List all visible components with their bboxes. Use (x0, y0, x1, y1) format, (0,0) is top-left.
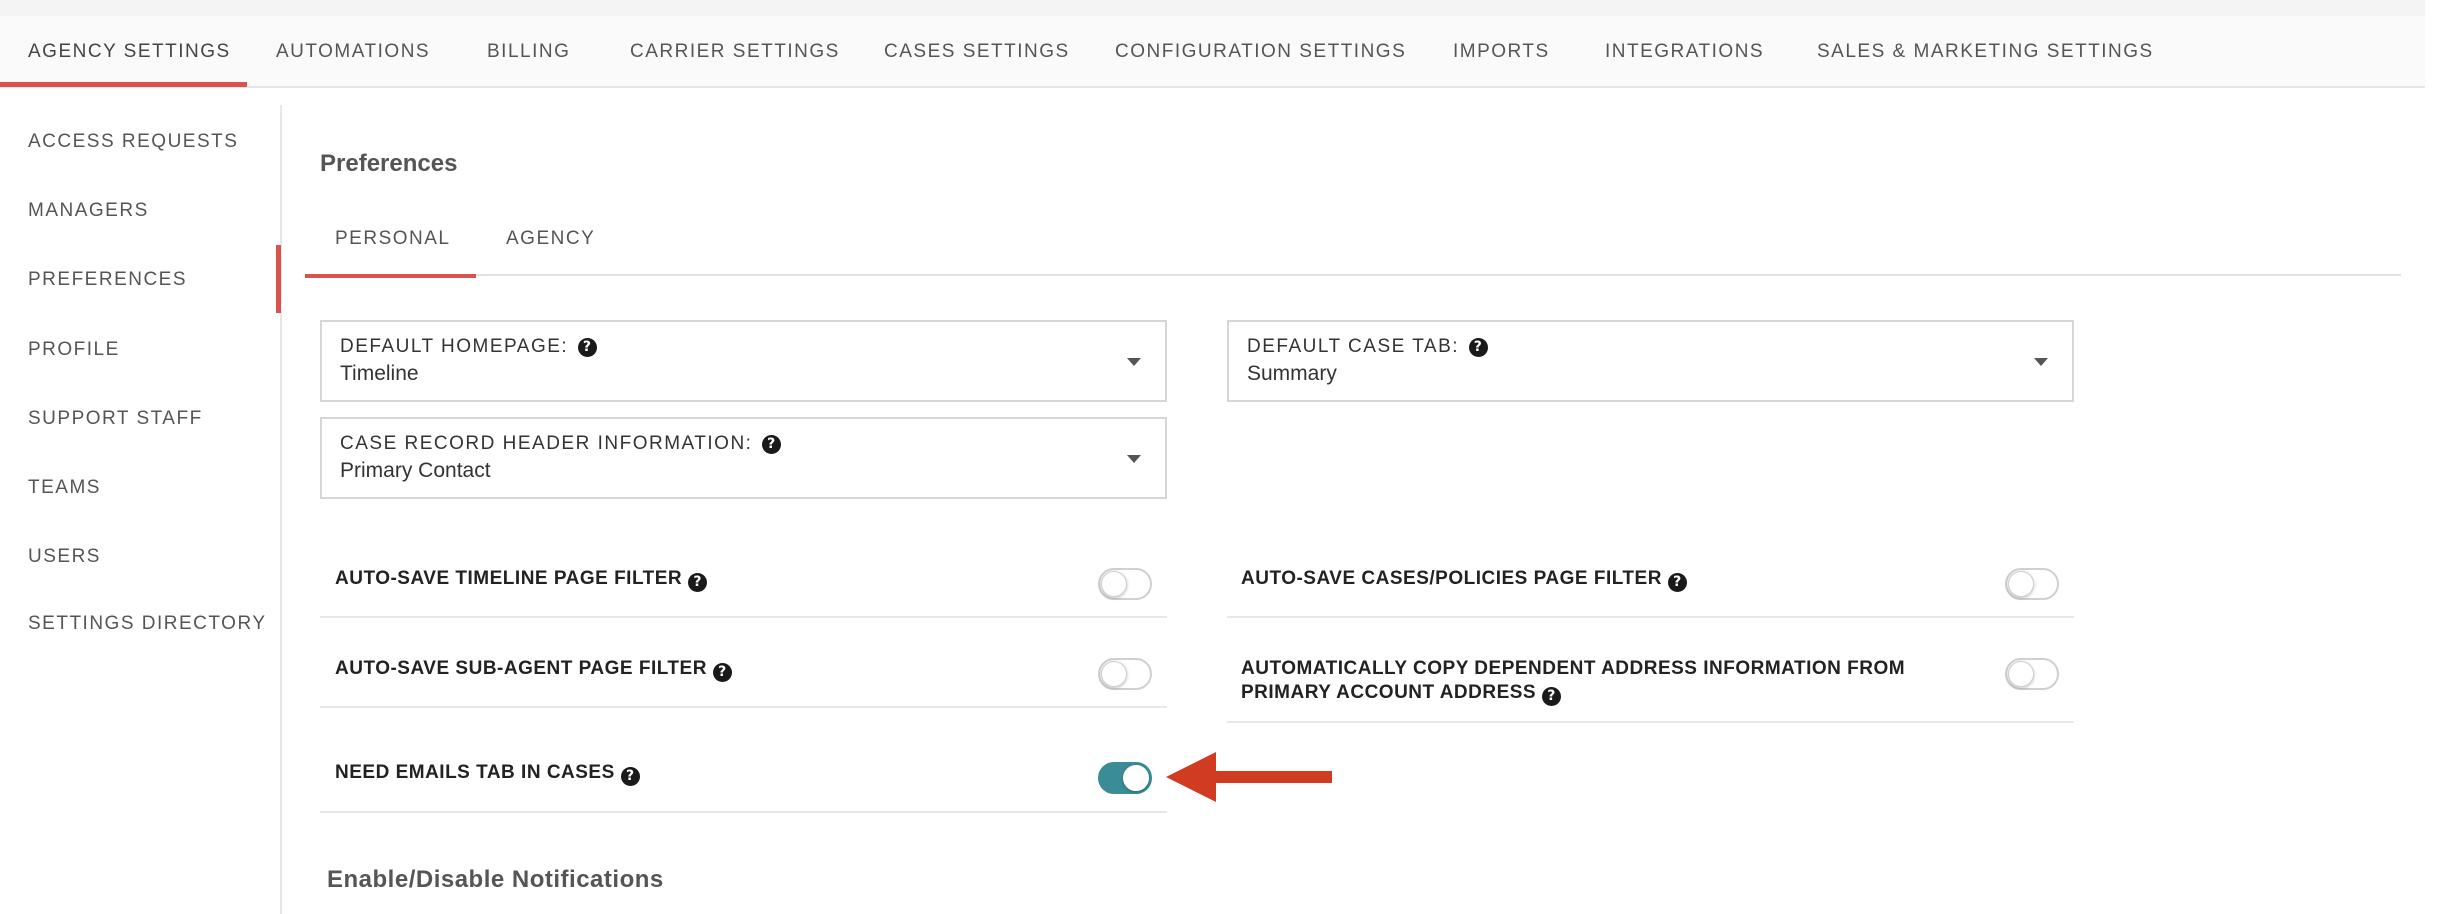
tab-agency-settings[interactable]: AGENCY SETTINGS (28, 16, 231, 88)
need-emails-tab-label: NEED EMAILS TAB IN CASES (335, 762, 615, 783)
tab-cases-settings[interactable]: CASES SETTINGS (884, 16, 1070, 88)
tab-automations[interactable]: AUTOMATIONS (276, 16, 430, 88)
sidebar-item-access-requests[interactable]: ACCESS REQUESTS (28, 131, 238, 153)
top-strip (0, 0, 2425, 16)
question-circle-icon[interactable]: ? (762, 434, 782, 454)
question-circle-icon[interactable]: ? (1469, 337, 1489, 357)
question-circle-icon[interactable]: ? (620, 767, 640, 786)
auto-copy-address-label-line1: AUTOMATICALLY COPY DEPENDENT ADDRESS INF… (1241, 658, 1906, 679)
sidebar: ACCESS REQUESTS MANAGERS PREFERENCES PRO… (0, 105, 282, 914)
toggle-knob (2008, 661, 2034, 687)
tab-agency[interactable]: AGENCY (506, 228, 595, 250)
toggle-knob (1101, 571, 1127, 597)
default-case-tab-select[interactable]: DEFAULT CASE TAB: ? Summary (1227, 320, 2074, 402)
toggle-knob (1123, 765, 1149, 791)
notifications-section-title: Enable/Disable Notifications (327, 866, 664, 893)
sidebar-item-profile[interactable]: PROFILE (28, 339, 120, 361)
auto-save-timeline-toggle[interactable] (1098, 568, 1152, 600)
tab-sales-marketing-settings[interactable]: SALES & MARKETING SETTINGS (1817, 16, 2154, 88)
question-circle-icon[interactable]: ? (688, 573, 708, 592)
caret-down-icon (1127, 358, 1141, 366)
question-circle-icon[interactable]: ? (712, 663, 732, 682)
sidebar-item-teams[interactable]: TEAMS (28, 477, 101, 499)
subtabs-divider (305, 274, 2401, 276)
question-circle-icon[interactable]: ? (1542, 687, 1562, 706)
default-homepage-select[interactable]: DEFAULT HOMEPAGE: ? Timeline (320, 320, 1167, 402)
case-record-header-label: CASE RECORD HEADER INFORMATION: (340, 433, 753, 454)
tab-billing[interactable]: BILLING (487, 16, 570, 88)
tab-integrations[interactable]: INTEGRATIONS (1605, 16, 1764, 88)
question-circle-icon[interactable]: ? (1667, 573, 1687, 592)
tab-personal[interactable]: PERSONAL (335, 228, 450, 250)
setting-row-auto-save-subagent: AUTO-SAVE SUB-AGENT PAGE FILTER? (320, 635, 1167, 708)
caret-down-icon (1127, 455, 1141, 463)
top-nav-active-indicator (0, 82, 247, 87)
auto-save-cases-label: AUTO-SAVE CASES/POLICIES PAGE FILTER (1241, 568, 1662, 589)
sidebar-active-indicator (276, 245, 281, 313)
setting-row-auto-save-cases: AUTO-SAVE CASES/POLICIES PAGE FILTER? (1227, 545, 2074, 618)
tab-carrier-settings[interactable]: CARRIER SETTINGS (630, 16, 840, 88)
auto-save-subagent-toggle[interactable] (1098, 658, 1152, 690)
page-title: Preferences (320, 150, 458, 177)
sidebar-item-users[interactable]: USERS (28, 546, 101, 568)
toggle-knob (2008, 571, 2034, 597)
auto-save-subagent-label: AUTO-SAVE SUB-AGENT PAGE FILTER (335, 658, 707, 679)
default-homepage-label: DEFAULT HOMEPAGE: (340, 336, 569, 357)
auto-save-cases-toggle[interactable] (2005, 568, 2059, 600)
sidebar-item-settings-directory[interactable]: SETTINGS DIRECTORY (28, 613, 267, 635)
case-record-header-value: Primary Contact (340, 459, 491, 482)
default-case-tab-label: DEFAULT CASE TAB: (1247, 336, 1460, 357)
sidebar-item-preferences[interactable]: PREFERENCES (28, 269, 187, 291)
caret-down-icon (2034, 358, 2048, 366)
setting-row-need-emails-tab: NEED EMAILS TAB IN CASES? (320, 740, 1167, 813)
need-emails-tab-toggle[interactable] (1098, 762, 1152, 794)
subtab-active-indicator (305, 274, 476, 278)
left-arrow-icon (1166, 752, 1332, 802)
default-case-tab-value: Summary (1247, 362, 1337, 385)
tab-configuration-settings[interactable]: CONFIGURATION SETTINGS (1115, 16, 1406, 88)
auto-save-timeline-label: AUTO-SAVE TIMELINE PAGE FILTER (335, 568, 683, 589)
case-record-header-select[interactable]: CASE RECORD HEADER INFORMATION: ? Primar… (320, 417, 1167, 499)
top-nav: AGENCY SETTINGS AUTOMATIONS BILLING CARR… (0, 16, 2425, 88)
default-homepage-value: Timeline (340, 362, 419, 385)
question-circle-icon[interactable]: ? (578, 337, 598, 357)
setting-row-auto-save-timeline: AUTO-SAVE TIMELINE PAGE FILTER? (320, 545, 1167, 618)
setting-row-auto-copy-address: AUTOMATICALLY COPY DEPENDENT ADDRESS INF… (1227, 635, 2074, 723)
auto-copy-address-label-line2: PRIMARY ACCOUNT ADDRESS (1241, 682, 1537, 703)
sidebar-item-support-staff[interactable]: SUPPORT STAFF (28, 408, 203, 430)
tab-imports[interactable]: IMPORTS (1453, 16, 1550, 88)
auto-copy-address-toggle[interactable] (2005, 658, 2059, 690)
toggle-knob (1101, 661, 1127, 687)
sidebar-item-managers[interactable]: MANAGERS (28, 200, 149, 222)
